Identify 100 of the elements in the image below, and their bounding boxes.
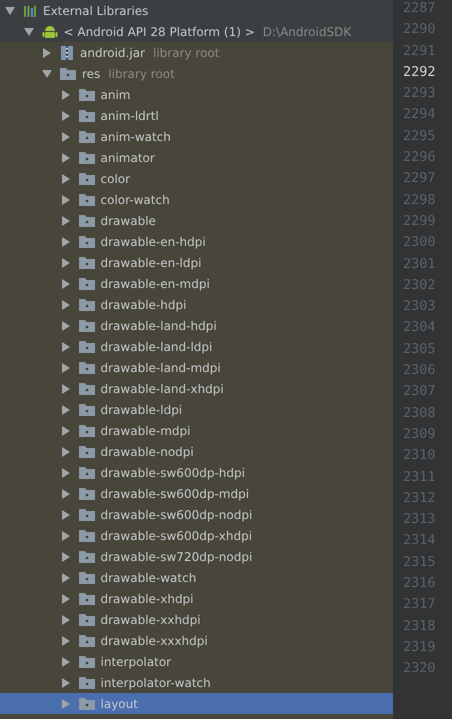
library-bars-icon bbox=[23, 4, 37, 18]
folder-icon bbox=[78, 634, 94, 647]
tree-row[interactable]: drawable-en-ldpi bbox=[0, 252, 393, 273]
folder-icon bbox=[78, 592, 94, 605]
folder-icon bbox=[78, 319, 94, 332]
folder-icon bbox=[78, 256, 94, 269]
collapsed-arrow-icon[interactable] bbox=[60, 426, 70, 436]
folder-icon bbox=[78, 277, 94, 290]
tree-row[interactable]: anim-ldrtl bbox=[0, 105, 393, 126]
tree-row[interactable]: drawable bbox=[0, 210, 393, 231]
node-label: drawable-sw600dp-nodpi bbox=[100, 508, 252, 522]
folder-icon bbox=[78, 193, 94, 206]
tree-row[interactable]: < Android API 28 Platform (1) > D:\AndroidSDK bbox=[0, 21, 393, 42]
tree-row[interactable]: External Libraries bbox=[0, 0, 393, 21]
collapsed-arrow-icon[interactable] bbox=[60, 552, 70, 562]
collapsed-arrow-icon[interactable] bbox=[60, 90, 70, 100]
tree-row[interactable]: animator bbox=[0, 147, 393, 168]
tree-row[interactable]: res library root bbox=[0, 63, 393, 84]
collapsed-arrow-icon[interactable] bbox=[60, 468, 70, 478]
tree-row[interactable]: drawable-hdpi bbox=[0, 294, 393, 315]
tree-row[interactable]: anim bbox=[0, 84, 393, 105]
expanded-arrow-icon[interactable] bbox=[24, 26, 34, 36]
node-label: drawable-hdpi bbox=[100, 298, 186, 312]
collapsed-arrow-icon[interactable] bbox=[60, 278, 70, 288]
folder-icon bbox=[78, 109, 94, 122]
tree-row[interactable]: drawable-ldpi bbox=[0, 399, 393, 420]
collapsed-arrow-icon[interactable] bbox=[42, 48, 52, 58]
android-robot-icon bbox=[42, 24, 58, 40]
collapsed-arrow-icon[interactable] bbox=[60, 698, 70, 708]
folder-icon bbox=[78, 424, 94, 437]
node-label: External Libraries bbox=[43, 4, 148, 18]
collapsed-arrow-icon[interactable] bbox=[60, 594, 70, 604]
node-label: interpolator bbox=[100, 654, 172, 668]
collapsed-arrow-icon[interactable] bbox=[60, 110, 70, 120]
tree-row[interactable]: drawable-nodpi bbox=[0, 441, 393, 462]
collapsed-arrow-icon[interactable] bbox=[60, 152, 70, 162]
folder-icon bbox=[78, 151, 94, 164]
collapsed-arrow-icon[interactable] bbox=[60, 362, 70, 372]
collapsed-arrow-icon[interactable] bbox=[60, 572, 70, 582]
collapsed-arrow-icon[interactable] bbox=[60, 342, 70, 352]
expanded-arrow-icon[interactable] bbox=[42, 68, 52, 78]
tree-row[interactable]: drawable-sw600dp-xhdpi bbox=[0, 525, 393, 546]
expanded-arrow-icon[interactable] bbox=[5, 6, 15, 16]
tree-row[interactable]: drawable-sw600dp-hdpi bbox=[0, 462, 393, 483]
node-label: drawable-land-hdpi bbox=[100, 318, 217, 332]
tree-row[interactable]: drawable-land-mdpi bbox=[0, 357, 393, 378]
collapsed-arrow-icon[interactable] bbox=[60, 258, 70, 268]
tree-row[interactable]: drawable-land-xhdpi bbox=[0, 378, 393, 399]
tree-row[interactable]: drawable-land-ldpi bbox=[0, 336, 393, 357]
node-hint: library root bbox=[108, 66, 175, 80]
tree-row[interactable]: drawable-land-hdpi bbox=[0, 315, 393, 336]
collapsed-arrow-icon[interactable] bbox=[60, 236, 70, 246]
selected-tree-row[interactable]: layout bbox=[0, 693, 393, 714]
tree-row[interactable]: drawable-sw600dp-nodpi bbox=[0, 504, 393, 525]
tree-row[interactable]: drawable-sw720dp-nodpi bbox=[0, 546, 393, 567]
tree-row[interactable]: color bbox=[0, 168, 393, 189]
collapsed-arrow-icon[interactable] bbox=[60, 530, 70, 540]
collapsed-arrow-icon[interactable] bbox=[60, 174, 70, 184]
collapsed-arrow-icon[interactable] bbox=[60, 132, 70, 142]
tree-row[interactable]: drawable-en-mdpi bbox=[0, 273, 393, 294]
node-label: color-watch bbox=[100, 192, 170, 206]
folder-icon bbox=[78, 382, 94, 395]
collapsed-arrow-icon[interactable] bbox=[60, 614, 70, 624]
collapsed-arrow-icon[interactable] bbox=[60, 320, 70, 330]
tree-row[interactable]: drawable-xxxhdpi bbox=[0, 630, 393, 651]
folder-icon bbox=[78, 655, 94, 668]
folder-icon bbox=[78, 529, 94, 542]
node-label: drawable-en-mdpi bbox=[100, 276, 210, 290]
tree-row[interactable]: drawable-en-hdpi bbox=[0, 231, 393, 252]
tree-row[interactable]: color-watch bbox=[0, 189, 393, 210]
collapsed-arrow-icon[interactable] bbox=[60, 678, 70, 688]
collapsed-arrow-icon[interactable] bbox=[60, 300, 70, 310]
collapsed-arrow-icon[interactable] bbox=[60, 446, 70, 456]
folder-icon bbox=[78, 697, 94, 710]
tree-row[interactable]: interpolator bbox=[0, 651, 393, 672]
tree-row[interactable]: drawable-xhdpi bbox=[0, 588, 393, 609]
collapsed-arrow-icon[interactable] bbox=[60, 216, 70, 226]
tree-row[interactable]: interpolator-watch bbox=[0, 672, 393, 693]
tree-row[interactable]: drawable-xxhdpi bbox=[0, 609, 393, 630]
collapsed-arrow-icon[interactable] bbox=[60, 194, 70, 204]
folder-icon bbox=[78, 487, 94, 500]
collapsed-arrow-icon[interactable] bbox=[60, 656, 70, 666]
tree-row[interactable]: android.jar library root bbox=[0, 42, 393, 63]
node-label: res bbox=[82, 66, 100, 80]
folder-icon bbox=[60, 67, 76, 80]
tree-row[interactable]: drawable-sw600dp-mdpi bbox=[0, 483, 393, 504]
node-label: color bbox=[100, 172, 130, 186]
folder-icon bbox=[78, 172, 94, 185]
collapsed-arrow-icon[interactable] bbox=[60, 404, 70, 414]
node-label: drawable-land-ldpi bbox=[100, 340, 212, 354]
tree-row[interactable]: anim-watch bbox=[0, 126, 393, 147]
tree-row[interactable]: drawable-watch bbox=[0, 567, 393, 588]
collapsed-arrow-icon[interactable] bbox=[60, 636, 70, 646]
folder-icon bbox=[78, 130, 94, 143]
node-label: drawable bbox=[100, 214, 156, 228]
collapsed-arrow-icon[interactable] bbox=[60, 488, 70, 498]
collapsed-arrow-icon[interactable] bbox=[60, 510, 70, 520]
tree-row[interactable]: drawable-mdpi bbox=[0, 420, 393, 441]
collapsed-arrow-icon[interactable] bbox=[60, 384, 70, 394]
node-label: anim-watch bbox=[100, 130, 171, 144]
